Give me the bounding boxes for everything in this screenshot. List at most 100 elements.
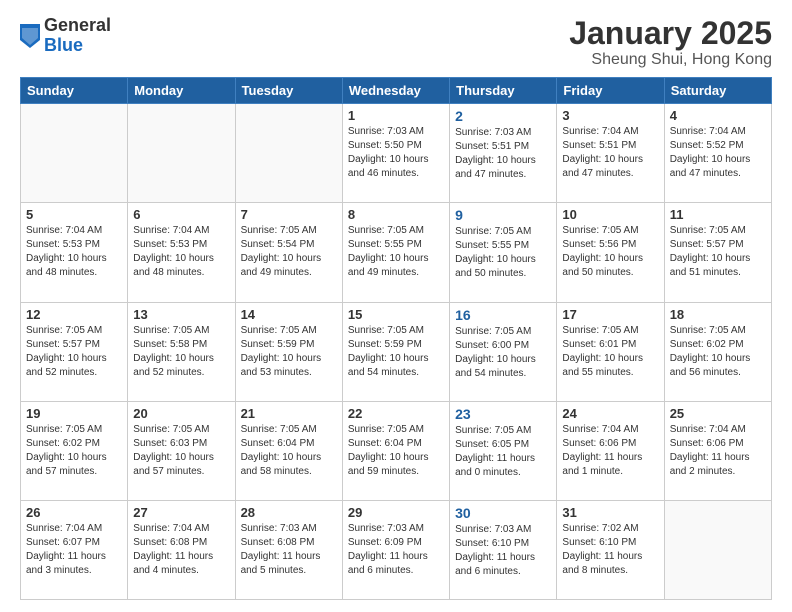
day-info: Sunrise: 7:03 AM Sunset: 6:09 PM Dayligh… xyxy=(348,522,444,578)
day-number: 9 xyxy=(455,207,551,223)
calendar-cell: 19 Sunrise: 7:05 AM Sunset: 6:02 PM Dayli… xyxy=(21,401,128,500)
title-block: January 2025 Sheung Shui, Hong Kong xyxy=(569,16,772,69)
day-number: 14 xyxy=(241,307,337,322)
header-saturday: Saturday xyxy=(664,78,771,104)
calendar-cell: 11 Sunrise: 7:05 AM Sunset: 5:57 PM Dayli… xyxy=(664,203,771,302)
calendar-cell: 5 Sunrise: 7:04 AM Sunset: 5:53 PM Daylig… xyxy=(21,203,128,302)
day-number: 2 xyxy=(455,108,551,124)
calendar-cell: 24 Sunrise: 7:04 AM Sunset: 6:06 PM Dayli… xyxy=(557,401,664,500)
calendar-cell: 9 Sunrise: 7:05 AM Sunset: 5:55 PM Daylig… xyxy=(450,203,557,302)
day-number: 1 xyxy=(348,108,444,123)
header-sunday: Sunday xyxy=(21,78,128,104)
calendar-cell: 8 Sunrise: 7:05 AM Sunset: 5:55 PM Daylig… xyxy=(342,203,449,302)
calendar-cell: 27 Sunrise: 7:04 AM Sunset: 6:08 PM Dayli… xyxy=(128,500,235,599)
logo-blue: Blue xyxy=(44,36,111,56)
day-info: Sunrise: 7:05 AM Sunset: 5:57 PM Dayligh… xyxy=(670,224,766,280)
calendar-cell: 3Sunrise: 7:04 AM Sunset: 5:51 PM Daylig… xyxy=(557,104,664,203)
day-number: 29 xyxy=(348,505,444,520)
day-number: 12 xyxy=(26,307,122,322)
day-info: Sunrise: 7:04 AM Sunset: 5:53 PM Dayligh… xyxy=(26,224,122,280)
day-info: Sunrise: 7:05 AM Sunset: 6:02 PM Dayligh… xyxy=(26,423,122,479)
day-number: 11 xyxy=(670,207,766,222)
day-info: Sunrise: 7:04 AM Sunset: 6:06 PM Dayligh… xyxy=(562,423,658,479)
calendar-cell: 23 Sunrise: 7:05 AM Sunset: 6:05 PM Dayli… xyxy=(450,401,557,500)
calendar-cell: 15Sunrise: 7:05 AM Sunset: 5:59 PM Dayli… xyxy=(342,302,449,401)
day-info: Sunrise: 7:04 AM Sunset: 6:08 PM Dayligh… xyxy=(133,522,229,578)
calendar-cell xyxy=(664,500,771,599)
day-info: Sunrise: 7:05 AM Sunset: 5:55 PM Dayligh… xyxy=(455,225,551,281)
calendar-table: Sunday Monday Tuesday Wednesday Thursday… xyxy=(20,77,772,600)
day-number: 24 xyxy=(562,406,658,421)
calendar-cell xyxy=(128,104,235,203)
day-info: Sunrise: 7:04 AM Sunset: 6:06 PM Dayligh… xyxy=(670,423,766,479)
header: General Blue January 2025 Sheung Shui, H… xyxy=(20,16,772,69)
calendar-cell xyxy=(235,104,342,203)
calendar-week-2: 5 Sunrise: 7:04 AM Sunset: 5:53 PM Daylig… xyxy=(21,203,772,302)
day-info: Sunrise: 7:05 AM Sunset: 5:59 PM Dayligh… xyxy=(348,324,444,380)
day-number: 20 xyxy=(133,406,229,421)
header-thursday: Thursday xyxy=(450,78,557,104)
calendar-header-row: Sunday Monday Tuesday Wednesday Thursday… xyxy=(21,78,772,104)
day-number: 28 xyxy=(241,505,337,520)
day-number: 3 xyxy=(562,108,658,123)
calendar-title: January 2025 xyxy=(569,16,772,51)
day-info: Sunrise: 7:05 AM Sunset: 6:00 PM Dayligh… xyxy=(455,325,551,381)
calendar-cell: 30Sunrise: 7:03 AM Sunset: 6:10 PM Dayli… xyxy=(450,500,557,599)
day-number: 7 xyxy=(241,207,337,222)
day-number: 21 xyxy=(241,406,337,421)
day-number: 16 xyxy=(455,307,551,323)
calendar-cell: 22Sunrise: 7:05 AM Sunset: 6:04 PM Dayli… xyxy=(342,401,449,500)
day-info: Sunrise: 7:05 AM Sunset: 5:58 PM Dayligh… xyxy=(133,324,229,380)
day-info: Sunrise: 7:05 AM Sunset: 6:05 PM Dayligh… xyxy=(455,424,551,480)
header-wednesday: Wednesday xyxy=(342,78,449,104)
day-info: Sunrise: 7:05 AM Sunset: 5:55 PM Dayligh… xyxy=(348,224,444,280)
logo-general: General xyxy=(44,16,111,36)
calendar-cell: 1 Sunrise: 7:03 AM Sunset: 5:50 PM Daylig… xyxy=(342,104,449,203)
calendar-cell: 2 Sunrise: 7:03 AM Sunset: 5:51 PM Daylig… xyxy=(450,104,557,203)
calendar-cell: 7 Sunrise: 7:05 AM Sunset: 5:54 PM Daylig… xyxy=(235,203,342,302)
page: General Blue January 2025 Sheung Shui, H… xyxy=(0,0,792,612)
calendar-cell: 13Sunrise: 7:05 AM Sunset: 5:58 PM Dayli… xyxy=(128,302,235,401)
day-number: 5 xyxy=(26,207,122,222)
calendar-cell: 25 Sunrise: 7:04 AM Sunset: 6:06 PM Dayli… xyxy=(664,401,771,500)
calendar-cell: 4 Sunrise: 7:04 AM Sunset: 5:52 PM Daylig… xyxy=(664,104,771,203)
day-number: 19 xyxy=(26,406,122,421)
day-info: Sunrise: 7:03 AM Sunset: 5:51 PM Dayligh… xyxy=(455,126,551,182)
day-info: Sunrise: 7:05 AM Sunset: 5:54 PM Dayligh… xyxy=(241,224,337,280)
day-number: 27 xyxy=(133,505,229,520)
calendar-week-1: 1 Sunrise: 7:03 AM Sunset: 5:50 PM Daylig… xyxy=(21,104,772,203)
day-info: Sunrise: 7:05 AM Sunset: 6:03 PM Dayligh… xyxy=(133,423,229,479)
calendar-cell: 18Sunrise: 7:05 AM Sunset: 6:02 PM Dayli… xyxy=(664,302,771,401)
day-number: 6 xyxy=(133,207,229,222)
calendar-cell: 16 Sunrise: 7:05 AM Sunset: 6:00 PM Dayli… xyxy=(450,302,557,401)
day-info: Sunrise: 7:04 AM Sunset: 6:07 PM Dayligh… xyxy=(26,522,122,578)
day-info: Sunrise: 7:02 AM Sunset: 6:10 PM Dayligh… xyxy=(562,522,658,578)
calendar-cell: 10 Sunrise: 7:05 AM Sunset: 5:56 PM Dayli… xyxy=(557,203,664,302)
calendar-cell: 17Sunrise: 7:05 AM Sunset: 6:01 PM Dayli… xyxy=(557,302,664,401)
header-friday: Friday xyxy=(557,78,664,104)
day-info: Sunrise: 7:05 AM Sunset: 6:04 PM Dayligh… xyxy=(241,423,337,479)
day-number: 23 xyxy=(455,406,551,422)
day-info: Sunrise: 7:05 AM Sunset: 6:01 PM Dayligh… xyxy=(562,324,658,380)
day-info: Sunrise: 7:04 AM Sunset: 5:52 PM Dayligh… xyxy=(670,125,766,181)
day-info: Sunrise: 7:05 AM Sunset: 5:57 PM Dayligh… xyxy=(26,324,122,380)
calendar-cell: 20 Sunrise: 7:05 AM Sunset: 6:03 PM Dayli… xyxy=(128,401,235,500)
calendar-week-4: 19 Sunrise: 7:05 AM Sunset: 6:02 PM Dayli… xyxy=(21,401,772,500)
day-number: 26 xyxy=(26,505,122,520)
day-number: 4 xyxy=(670,108,766,123)
calendar-location: Sheung Shui, Hong Kong xyxy=(569,51,772,69)
day-info: Sunrise: 7:04 AM Sunset: 5:53 PM Dayligh… xyxy=(133,224,229,280)
day-number: 8 xyxy=(348,207,444,222)
day-number: 30 xyxy=(455,505,551,521)
calendar-cell: 21 Sunrise: 7:05 AM Sunset: 6:04 PM Dayli… xyxy=(235,401,342,500)
day-info: Sunrise: 7:05 AM Sunset: 5:56 PM Dayligh… xyxy=(562,224,658,280)
day-number: 10 xyxy=(562,207,658,222)
day-info: Sunrise: 7:03 AM Sunset: 5:50 PM Dayligh… xyxy=(348,125,444,181)
calendar-cell: 28 Sunrise: 7:03 AM Sunset: 6:08 PM Dayli… xyxy=(235,500,342,599)
day-number: 25 xyxy=(670,406,766,421)
day-info: Sunrise: 7:03 AM Sunset: 6:08 PM Dayligh… xyxy=(241,522,337,578)
calendar-cell: 6 Sunrise: 7:04 AM Sunset: 5:53 PM Daylig… xyxy=(128,203,235,302)
day-number: 31 xyxy=(562,505,658,520)
day-info: Sunrise: 7:05 AM Sunset: 6:02 PM Dayligh… xyxy=(670,324,766,380)
logo: General Blue xyxy=(20,16,111,56)
